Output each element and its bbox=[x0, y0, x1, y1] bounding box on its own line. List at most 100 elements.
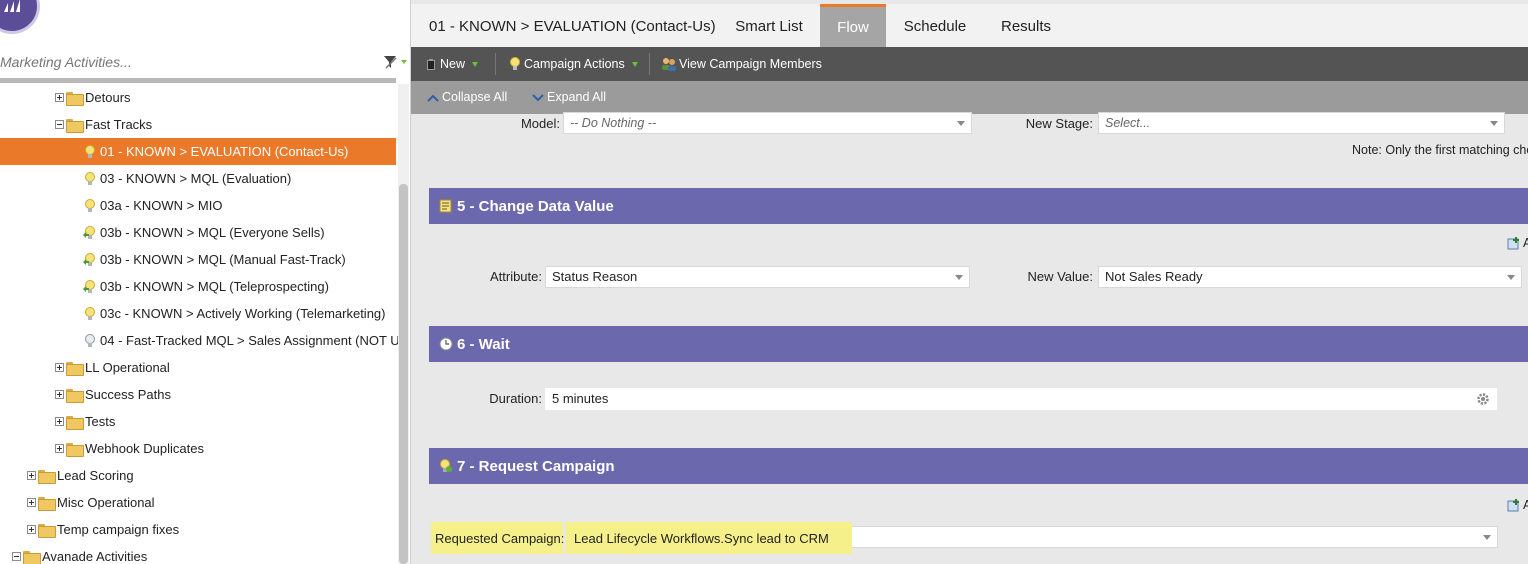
step-5-header[interactable]: 5 - Change Data Value bbox=[429, 188, 1528, 224]
request-campaign-icon bbox=[440, 459, 452, 472]
tree-folder[interactable]: Success Paths bbox=[0, 381, 396, 408]
chevron-down-icon bbox=[955, 275, 963, 280]
tree-folder[interactable]: Avanade Activities bbox=[0, 543, 396, 564]
new-stage-select[interactable]: Select... bbox=[1098, 112, 1505, 134]
attribute-select[interactable]: Status Reason bbox=[545, 266, 970, 288]
model-select[interactable]: -- Do Nothing -- bbox=[563, 112, 972, 134]
chevron-down-icon bbox=[1490, 121, 1498, 126]
collapse-minus-icon[interactable] bbox=[12, 552, 21, 561]
expand-plus-icon[interactable] bbox=[27, 471, 36, 480]
expand-plus-icon[interactable] bbox=[27, 498, 36, 507]
tree-folder[interactable]: Temp campaign fixes bbox=[0, 516, 396, 543]
duration-input[interactable]: 5 minutes bbox=[545, 388, 1497, 410]
expand-plus-icon[interactable] bbox=[55, 363, 64, 372]
expand-plus-icon[interactable] bbox=[55, 390, 64, 399]
requested-campaign-label: Requested Campaign: bbox=[435, 531, 565, 546]
tree-campaign[interactable]: 03b - KNOWN > MQL (Everyone Sells) bbox=[0, 219, 396, 246]
campaign-tabs: 01 - KNOWN > EVALUATION (Contact-Us) Sma… bbox=[411, 4, 1528, 47]
new-value-select[interactable]: Not Sales Ready bbox=[1098, 266, 1522, 288]
gear-icon[interactable] bbox=[1476, 392, 1490, 406]
search-row bbox=[0, 46, 410, 78]
tab-smart-list[interactable]: Smart List bbox=[723, 4, 815, 47]
step-7-header[interactable]: 7 - Request Campaign bbox=[429, 448, 1528, 484]
tree-folder[interactable]: Tests bbox=[0, 408, 396, 435]
chevron-down-icon bbox=[1507, 275, 1515, 280]
search-input[interactable] bbox=[0, 50, 374, 74]
tree-folder[interactable]: Lead Scoring bbox=[0, 462, 396, 489]
app-logo[interactable] bbox=[0, 0, 40, 34]
folder-icon bbox=[66, 91, 84, 106]
campaign-panel: 01 - KNOWN > EVALUATION (Contact-Us) Sma… bbox=[411, 0, 1528, 564]
folder-icon bbox=[66, 388, 84, 403]
tree-folder[interactable]: Fast Tracks bbox=[0, 111, 396, 138]
add-choice-label[interactable]: A bbox=[1523, 236, 1528, 250]
campaign-actions-button[interactable]: Campaign Actions bbox=[509, 47, 638, 81]
expand-plus-icon[interactable] bbox=[55, 444, 64, 453]
tree-item-label: 04 - Fast-Tracked MQL > Sales Assignment… bbox=[100, 333, 409, 348]
tree-scrollbar-thumb[interactable] bbox=[399, 184, 408, 564]
new-button[interactable]: New bbox=[427, 47, 479, 81]
tree-item-label: 03a - KNOWN > MIO bbox=[100, 198, 223, 213]
model-select-value: -- Do Nothing -- bbox=[570, 116, 657, 130]
add-choice-label[interactable]: A bbox=[1523, 498, 1528, 512]
tree-campaign[interactable]: 03a - KNOWN > MIO bbox=[0, 192, 396, 219]
campaign-title: 01 - KNOWN > EVALUATION (Contact-Us) bbox=[429, 18, 716, 35]
expand-plus-icon[interactable] bbox=[27, 525, 36, 534]
view-campaign-members-label: View Campaign Members bbox=[679, 57, 822, 71]
tree-folder[interactable]: Detours bbox=[0, 84, 396, 111]
folder-icon bbox=[66, 415, 84, 430]
add-choice-icon[interactable] bbox=[1507, 498, 1521, 512]
tree-folder[interactable]: Webhook Duplicates bbox=[0, 435, 396, 462]
tree-item-label: Misc Operational bbox=[57, 495, 155, 510]
tree-campaign[interactable]: 03b - KNOWN > MQL (Teleprospecting) bbox=[0, 273, 396, 300]
tree-item-label: Lead Scoring bbox=[57, 468, 134, 483]
bulb-icon bbox=[510, 57, 520, 70]
bulb-green-icon bbox=[83, 252, 95, 266]
view-campaign-members-button[interactable]: View Campaign Members bbox=[661, 47, 822, 81]
add-choice-icon[interactable] bbox=[1507, 236, 1521, 250]
tree-folder[interactable]: Misc Operational bbox=[0, 489, 396, 516]
bulb-yellow-icon bbox=[85, 198, 95, 212]
new-stage-select-value: Select... bbox=[1105, 116, 1151, 130]
tree-folder[interactable]: LL Operational bbox=[0, 354, 396, 381]
tree-item-label: 03c - KNOWN > Actively Working (Telemark… bbox=[100, 306, 386, 321]
collapse-all-button[interactable]: Collapse All bbox=[427, 81, 507, 114]
expand-plus-icon[interactable] bbox=[55, 93, 64, 102]
filter-icon[interactable] bbox=[382, 54, 408, 70]
marketing-activities-panel: Detours Fast Tracks 01 - KNOWN > EVALUATIO… bbox=[0, 0, 411, 564]
collapse-minus-icon[interactable] bbox=[55, 120, 64, 129]
toolbar: New Campaign Actions View Campaign Membe… bbox=[411, 47, 1528, 81]
folder-icon bbox=[66, 442, 84, 457]
tree-campaign[interactable]: 03b - KNOWN > MQL (Manual Fast-Track) bbox=[0, 246, 396, 273]
tree-campaign[interactable]: 03 - KNOWN > MQL (Evaluation) bbox=[0, 165, 396, 192]
flow-steps: Model: -- Do Nothing -- New Stage: Selec… bbox=[429, 112, 1528, 564]
tree-campaign[interactable]: 01 - KNOWN > EVALUATION (Contact-Us) bbox=[0, 138, 396, 165]
attribute-label: Attribute: bbox=[489, 269, 542, 284]
tree-item-label: 03b - KNOWN > MQL (Manual Fast-Track) bbox=[100, 252, 346, 267]
expand-all-label: Expand All bbox=[547, 90, 607, 104]
expand-all-button[interactable]: Expand All bbox=[532, 81, 606, 114]
model-label: Model: bbox=[520, 116, 560, 131]
tab-results[interactable]: Results bbox=[985, 4, 1067, 47]
tree-item-label: 01 - KNOWN > EVALUATION (Contact-Us) bbox=[100, 144, 349, 159]
new-value-select-value: Not Sales Ready bbox=[1105, 269, 1203, 284]
new-button-label: New bbox=[440, 57, 466, 71]
requested-campaign-value: Lead Lifecycle Workflows.Sync lead to CR… bbox=[574, 531, 829, 546]
tree-item-label: Fast Tracks bbox=[85, 117, 153, 132]
logo-mark-icon bbox=[4, 0, 20, 12]
tab-flow[interactable]: Flow bbox=[820, 4, 886, 47]
step-6-title: 6 - Wait bbox=[457, 335, 510, 353]
tree-item-label: 03b - KNOWN > MQL (Everyone Sells) bbox=[100, 225, 325, 240]
tab-schedule[interactable]: Schedule bbox=[891, 4, 979, 47]
search-divider bbox=[0, 78, 396, 83]
tree-scrollbar[interactable] bbox=[398, 84, 409, 564]
toolbar-separator bbox=[649, 53, 650, 75]
chevron-down-icon bbox=[957, 121, 965, 126]
tree-campaign[interactable]: 03c - KNOWN > Actively Working (Telemark… bbox=[0, 300, 396, 327]
campaign-actions-label: Campaign Actions bbox=[524, 57, 625, 71]
expand-plus-icon[interactable] bbox=[55, 417, 64, 426]
tree-campaign[interactable]: 04 - Fast-Tracked MQL > Sales Assignment… bbox=[0, 327, 408, 354]
step-6-header[interactable]: 6 - Wait bbox=[429, 326, 1528, 362]
step-7-body: A Requested Campaign: Lead Lifecycle Wor… bbox=[429, 484, 1528, 564]
new-value-label: New Value: bbox=[1027, 269, 1093, 284]
